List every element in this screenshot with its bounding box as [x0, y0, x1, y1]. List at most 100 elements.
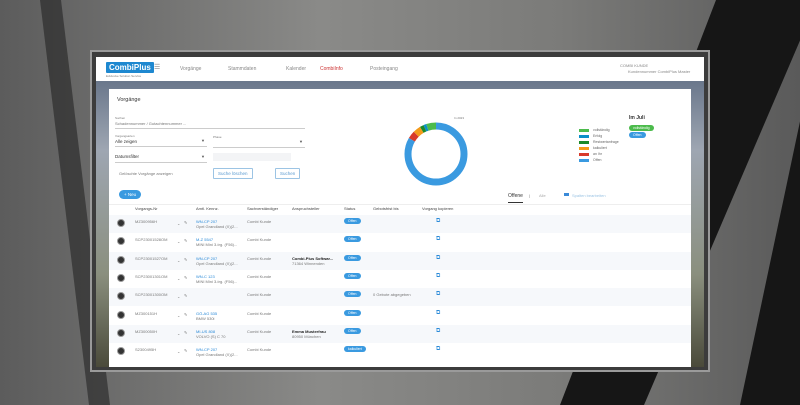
- nav-stammdaten[interactable]: Stammdaten: [228, 66, 256, 72]
- car-model: BMW 530i: [196, 316, 214, 321]
- nav-combiinfo[interactable]: CombiInfo: [320, 66, 343, 72]
- edit-pencil-icon[interactable]: ✎: [184, 293, 187, 298]
- show-deleted-toggle[interactable]: Gelöschte Vorgänge anzeigen: [119, 171, 173, 176]
- expand-chevron-icon[interactable]: ⌄: [177, 349, 180, 354]
- car-model: MINI Mini 3-trg. (F56)...: [196, 242, 237, 247]
- legend-item[interactable]: Offen: [579, 157, 619, 163]
- col-header[interactable]: Gebotsfrist bis: [373, 206, 399, 211]
- status-badge: kalkuliert: [344, 346, 366, 352]
- col-header[interactable]: Status: [344, 206, 355, 211]
- deadline: 0 Gebote abgegeben: [373, 292, 411, 297]
- month-badge-open[interactable]: Offen: [629, 132, 646, 138]
- phase-select[interactable]: Phase: [213, 135, 222, 139]
- legend-label: vollständig: [593, 128, 610, 132]
- edit-pencil-icon[interactable]: ✎: [184, 348, 187, 353]
- legend-swatch: [579, 129, 589, 132]
- copy-icon[interactable]: ⧉: [436, 328, 440, 335]
- month-label: Im Juli: [629, 115, 645, 121]
- monitor: CombiPlus Exklusive Solution Service ☰ V…: [90, 50, 710, 372]
- car-model: Opel Grandland (X)(2...: [196, 224, 238, 229]
- edit-pencil-icon[interactable]: ✎: [184, 238, 187, 243]
- month-badge-complete[interactable]: vollständig: [629, 125, 654, 131]
- expand-chevron-icon[interactable]: ⌄: [177, 239, 180, 244]
- type-select[interactable]: Alle zeigen: [115, 139, 137, 144]
- copy-icon[interactable]: ⧉: [436, 236, 440, 243]
- status-badge: Offen: [344, 255, 361, 261]
- new-button[interactable]: + Neu: [119, 190, 141, 199]
- legend-swatch: [579, 147, 589, 150]
- vorgang-nr[interactable]: S2300495H: [135, 347, 156, 352]
- vehicle-avatar: [117, 237, 125, 245]
- vorgang-nr[interactable]: MZ300050H: [135, 329, 157, 334]
- vorgang-nr[interactable]: SCP23001527OM: [135, 256, 167, 261]
- legend-label: Offen: [593, 158, 602, 162]
- top-navigation: CombiPlus Exklusive Solution Service ☰ V…: [96, 57, 704, 81]
- search-input[interactable]: Schadennummer / Gutachtennummer ...: [115, 121, 186, 126]
- edit-pencil-icon[interactable]: ✎: [184, 312, 187, 317]
- user-name[interactable]: COMBI KUNDE: [620, 63, 648, 68]
- col-header[interactable]: Sachverständiger: [247, 206, 278, 211]
- vehicle-avatar: [117, 347, 125, 355]
- copy-icon[interactable]: ⧉: [436, 273, 440, 280]
- status-badge: Offen: [344, 273, 361, 279]
- vorgang-nr[interactable]: MZ300956H: [135, 219, 157, 224]
- table-row[interactable]: SCP23001301OM ⌄ ✎ WN-C 123 MINI Mini 3-t…: [109, 270, 691, 288]
- expand-chevron-icon[interactable]: ⌄: [177, 294, 180, 299]
- tab-offene[interactable]: Offene: [508, 193, 523, 203]
- copy-icon[interactable]: ⧉: [436, 255, 440, 262]
- vorgang-nr[interactable]: MZ300151H: [135, 311, 157, 316]
- expert: Combi Kunde: [247, 237, 271, 242]
- edit-columns-button[interactable]: Spalten bearbeiten: [572, 193, 606, 198]
- copy-icon[interactable]: ⧉: [436, 310, 440, 317]
- edit-pencil-icon[interactable]: ✎: [184, 275, 187, 280]
- expand-chevron-icon[interactable]: ⌄: [177, 258, 180, 263]
- nav-vorgaenge[interactable]: Vorgänge: [180, 66, 201, 72]
- menu-icon[interactable]: ☰: [154, 63, 160, 71]
- user-subtitle: Kundennummer CombiPlus Master: [628, 69, 690, 74]
- nav-posteingang[interactable]: Posteingang: [370, 66, 398, 72]
- status-badge: Offen: [344, 291, 361, 297]
- copy-icon[interactable]: ⧉: [436, 218, 440, 225]
- vorgang-nr[interactable]: SCP23001301OM: [135, 274, 167, 279]
- table-row[interactable]: MZ300956H ⌄ ✎ WN-CP 207 Opel Grandland (…: [109, 215, 691, 233]
- car-model: VOLVO (S) C 70: [196, 334, 226, 339]
- table-row[interactable]: SCP23001528OM ⌄ ✎ M-Z 5547 MINI Mini 3-t…: [109, 233, 691, 251]
- search-button[interactable]: Suchen: [275, 168, 300, 179]
- tab-alle[interactable]: Alle: [539, 193, 546, 198]
- table-row[interactable]: MZ300050H ⌄ ✎ MI-US 808 VOLVO (S) C 70 C…: [109, 325, 691, 343]
- nav-kalender[interactable]: Kalender: [286, 66, 306, 72]
- legend-label: Restwertanfrage: [593, 140, 619, 144]
- expand-chevron-icon[interactable]: ⌄: [177, 276, 180, 281]
- expand-chevron-icon[interactable]: ⌄: [177, 331, 180, 336]
- edit-pencil-icon[interactable]: ✎: [184, 257, 187, 262]
- table-row[interactable]: SCP23001527OM ⌄ ✎ WN-CP 207 Opel Grandla…: [109, 252, 691, 270]
- expand-chevron-icon[interactable]: ⌄: [177, 313, 180, 318]
- vehicle-avatar: [117, 274, 125, 282]
- vehicle-avatar: [117, 219, 125, 227]
- claimant-address: 80950 München: [292, 334, 321, 339]
- date-filter-select[interactable]: Datumsfilter: [115, 154, 139, 159]
- edit-pencil-icon[interactable]: ✎: [184, 220, 187, 225]
- table-row[interactable]: MZ300151H ⌄ ✎ GÖ-AG 535 BMW 530i Combi K…: [109, 307, 691, 325]
- legend-swatch: [579, 135, 589, 138]
- page-title: Vorgänge: [117, 97, 141, 103]
- vorgang-nr[interactable]: SCP23001528OM: [135, 237, 167, 242]
- expert: Combi Kunde: [247, 329, 271, 334]
- table-row[interactable]: S2300495H ⌄ ✎ WN-CP 207 Opel Grandland (…: [109, 343, 691, 361]
- col-header[interactable]: Vorgang kopieren: [422, 206, 453, 211]
- date-input[interactable]: [213, 153, 291, 161]
- copy-icon[interactable]: ⧉: [436, 291, 440, 298]
- vorgang-nr[interactable]: SCP23001300OM: [135, 292, 167, 297]
- table-row[interactable]: SCP23001300OM ⌄ ✎ Combi Kunde Offen 0 Ge…: [109, 288, 691, 306]
- edit-pencil-icon[interactable]: ✎: [184, 330, 187, 335]
- copy-icon[interactable]: ⧉: [436, 346, 440, 353]
- expert: Combi Kunde: [247, 274, 271, 279]
- donut-chart: [401, 119, 471, 189]
- columns-icon: [564, 193, 569, 196]
- reset-search-button[interactable]: Suche löschen: [213, 168, 253, 179]
- logo[interactable]: CombiPlus: [106, 62, 154, 73]
- col-header[interactable]: Vorgangs-Nr: [135, 206, 157, 211]
- col-header[interactable]: Amtl. Kennz.: [196, 206, 219, 211]
- expand-chevron-icon[interactable]: ⌄: [177, 221, 180, 226]
- col-header[interactable]: Anspruchsteller: [292, 206, 320, 211]
